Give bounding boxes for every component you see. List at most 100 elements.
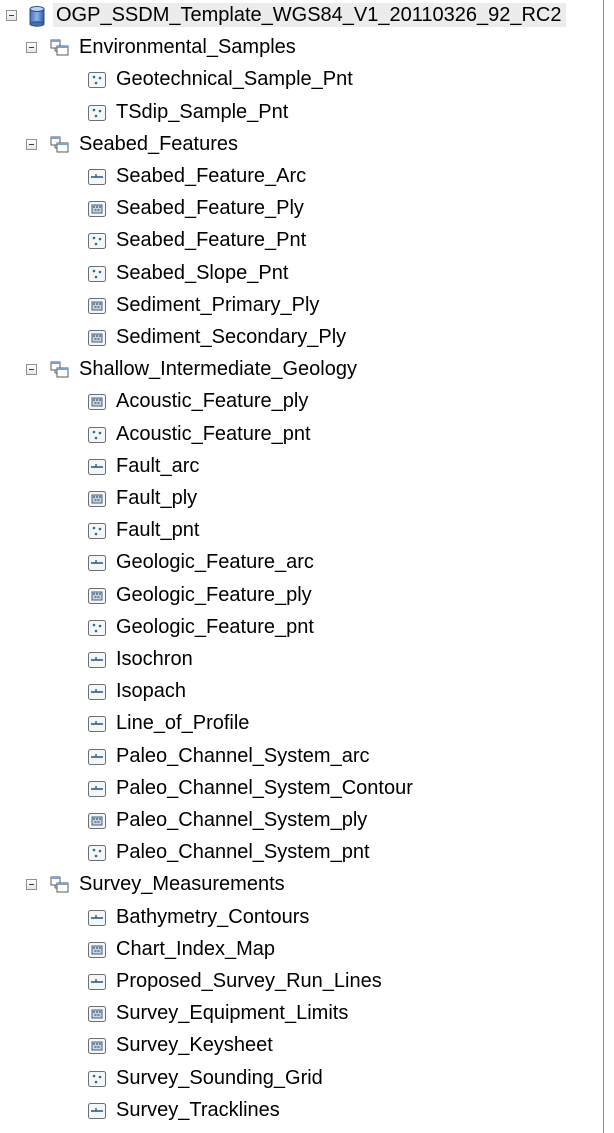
line-feature-class-icon	[86, 681, 108, 703]
tree-item-label: Paleo_Channel_System_Contour	[116, 776, 413, 799]
tree-item-geologic-feature-pnt[interactable]: Geologic_Feature_pnt	[0, 612, 600, 644]
tree-item-chart-index-map[interactable]: Chart_Index_Map	[0, 934, 600, 966]
tree-item-label: Survey_Sounding_Grid	[116, 1066, 323, 1089]
tree-item-isochron[interactable]: Isochron	[0, 644, 600, 676]
tree-table-t-survey-jobdetails[interactable]: T_Survey_JobDetails	[0, 1127, 600, 1133]
collapse-toggle[interactable]	[26, 364, 37, 376]
tree-item-geologic-feature-ply[interactable]: Geologic_Feature_ply	[0, 580, 600, 612]
tree-item-label: Survey_Equipment_Limits	[116, 1002, 349, 1025]
tree-item-label: Isopach	[116, 680, 187, 703]
tree-item-geotechnical-sample-pnt[interactable]: Geotechnical_Sample_Pnt	[0, 64, 600, 96]
tree-item-paleo-channel-system-ply[interactable]: Paleo_Channel_System_ply	[0, 805, 600, 837]
tree-item-label: Seabed_Feature_Pnt	[116, 229, 307, 252]
tree-item-seabed-feature-arc[interactable]: Seabed_Feature_Arc	[0, 161, 600, 193]
feature-dataset-icon	[49, 359, 71, 381]
point-feature-class-icon	[86, 1068, 108, 1090]
tree-item-label: Seabed_Slope_Pnt	[116, 261, 289, 284]
tree-item-sediment-primary-ply[interactable]: Sediment_Primary_Ply	[0, 290, 600, 322]
tree-dataset-seabed-features[interactable]: Seabed_Features	[0, 129, 600, 161]
polygon-feature-class-icon	[86, 488, 108, 510]
tree-item-label: Seabed_Feature_Arc	[116, 165, 307, 187]
tree-item-label: Geotechnical_Sample_Pnt	[116, 68, 353, 91]
point-feature-class-icon	[86, 842, 108, 864]
polygon-feature-class-icon	[86, 1035, 108, 1057]
tree-item-label: Fault_arc	[116, 454, 200, 477]
collapse-toggle[interactable]	[26, 138, 37, 150]
geodatabase-icon	[26, 5, 48, 27]
collapse-toggle[interactable]	[6, 10, 17, 21]
tree-item-label: Survey_Measurements	[79, 873, 285, 896]
tree-item-acoustic-feature-ply[interactable]: Acoustic_Feature_ply	[0, 386, 600, 418]
tree-item-survey-keysheet[interactable]: Survey_Keysheet	[0, 1030, 600, 1062]
polygon-feature-class-icon	[86, 198, 108, 220]
tree-item-label: Geologic_Feature_arc	[116, 551, 314, 574]
line-feature-class-icon	[86, 907, 108, 929]
tree-item-geologic-feature-arc[interactable]: Geologic_Feature_arc	[0, 547, 600, 579]
tree-item-label: Seabed_Feature_Ply	[116, 197, 304, 220]
tree-item-survey-tracklines[interactable]: Survey_Tracklines	[0, 1095, 600, 1127]
tree-item-label: Sediment_Secondary_Ply	[116, 326, 347, 348]
point-feature-class-icon	[86, 424, 108, 446]
point-feature-class-icon	[86, 69, 108, 91]
tree-item-survey-equipment-limits[interactable]: Survey_Equipment_Limits	[0, 998, 600, 1030]
tree-item-label: Paleo_Channel_System_pnt	[116, 841, 370, 864]
catalog-tree: OGP_SSDM_Template_WGS84_V1_20110326_92_R…	[0, 0, 604, 1133]
point-feature-class-icon	[86, 617, 108, 639]
tree-item-fault-arc[interactable]: Fault_arc	[0, 451, 600, 483]
line-feature-class-icon	[86, 746, 108, 768]
tree-item-label: Sediment_Primary_Ply	[116, 293, 320, 316]
tree-root-geodatabase[interactable]: OGP_SSDM_Template_WGS84_V1_20110326_92_R…	[0, 0, 600, 32]
tree-item-label: Bathymetry_Contours	[116, 905, 310, 928]
tree-item-label: Paleo_Channel_System_ply	[116, 809, 368, 831]
tree-item-seabed-feature-ply[interactable]: Seabed_Feature_Ply	[0, 193, 600, 225]
tree-item-label: Geologic_Feature_ply	[116, 583, 312, 606]
tree-dataset-shallow-intermediate-geology[interactable]: Shallow_Intermediate_Geology	[0, 354, 600, 386]
collapse-toggle[interactable]	[26, 42, 37, 54]
polygon-feature-class-icon	[86, 327, 108, 349]
tree-item-bathymetry-contours[interactable]: Bathymetry_Contours	[0, 902, 600, 934]
feature-dataset-icon	[49, 37, 71, 59]
tree-item-label: Paleo_Channel_System_arc	[116, 744, 370, 767]
polygon-feature-class-icon	[86, 585, 108, 607]
tree-item-fault-ply[interactable]: Fault_ply	[0, 483, 600, 515]
tree-item-label: Seabed_Features	[79, 132, 239, 155]
tree-item-acoustic-feature-pnt[interactable]: Acoustic_Feature_pnt	[0, 419, 600, 451]
tree-item-paleo-channel-system-arc[interactable]: Paleo_Channel_System_arc	[0, 741, 600, 773]
point-feature-class-icon	[86, 263, 108, 285]
tree-item-label: Acoustic_Feature_ply	[116, 390, 309, 413]
feature-dataset-icon	[49, 874, 71, 896]
tree-item-line-of-profile[interactable]: Line_of_Profile	[0, 708, 600, 740]
tree-item-label: Proposed_Survey_Run_Lines	[116, 970, 382, 992]
tree-item-label: Acoustic_Feature_pnt	[116, 422, 311, 445]
tree-item-seabed-slope-pnt[interactable]: Seabed_Slope_Pnt	[0, 258, 600, 290]
tree-item-label: Isochron	[116, 648, 193, 670]
collapse-toggle[interactable]	[26, 879, 37, 891]
tree-item-paleo-channel-system-contour[interactable]: Paleo_Channel_System_Contour	[0, 773, 600, 805]
feature-dataset-icon	[49, 134, 71, 156]
point-feature-class-icon	[86, 102, 108, 124]
tree-dataset-survey-measurements[interactable]: Survey_Measurements	[0, 869, 600, 901]
tree-item-tsdip-sample-pnt[interactable]: TSdip_Sample_Pnt	[0, 97, 600, 129]
line-feature-class-icon	[86, 971, 108, 993]
tree-item-label: Fault_pnt	[116, 519, 200, 542]
tree-item-isopach[interactable]: Isopach	[0, 676, 600, 708]
tree-item-seabed-feature-pnt[interactable]: Seabed_Feature_Pnt	[0, 225, 600, 257]
tree-item-paleo-channel-system-pnt[interactable]: Paleo_Channel_System_pnt	[0, 837, 600, 869]
tree-item-label: Survey_Tracklines	[116, 1098, 280, 1121]
tree-item-proposed-survey-run-lines[interactable]: Proposed_Survey_Run_Lines	[0, 966, 600, 998]
tree-item-label: OGP_SSDM_Template_WGS84_V1_20110326_92_R…	[53, 3, 566, 27]
line-feature-class-icon	[86, 1100, 108, 1122]
tree-item-label: Line_of_Profile	[116, 712, 250, 735]
tree-item-label: TSdip_Sample_Pnt	[116, 100, 289, 123]
point-feature-class-icon	[86, 520, 108, 542]
polygon-feature-class-icon	[86, 295, 108, 317]
tree-dataset-environmental-samples[interactable]: Environmental_Samples	[0, 32, 600, 64]
polygon-feature-class-icon	[86, 1003, 108, 1025]
line-feature-class-icon	[86, 713, 108, 735]
tree-item-label: Survey_Keysheet	[116, 1034, 273, 1057]
tree-item-sediment-secondary-ply[interactable]: Sediment_Secondary_Ply	[0, 322, 600, 354]
polygon-feature-class-icon	[86, 391, 108, 413]
tree-item-survey-sounding-grid[interactable]: Survey_Sounding_Grid	[0, 1063, 600, 1095]
tree-item-fault-pnt[interactable]: Fault_pnt	[0, 515, 600, 547]
point-feature-class-icon	[86, 230, 108, 252]
